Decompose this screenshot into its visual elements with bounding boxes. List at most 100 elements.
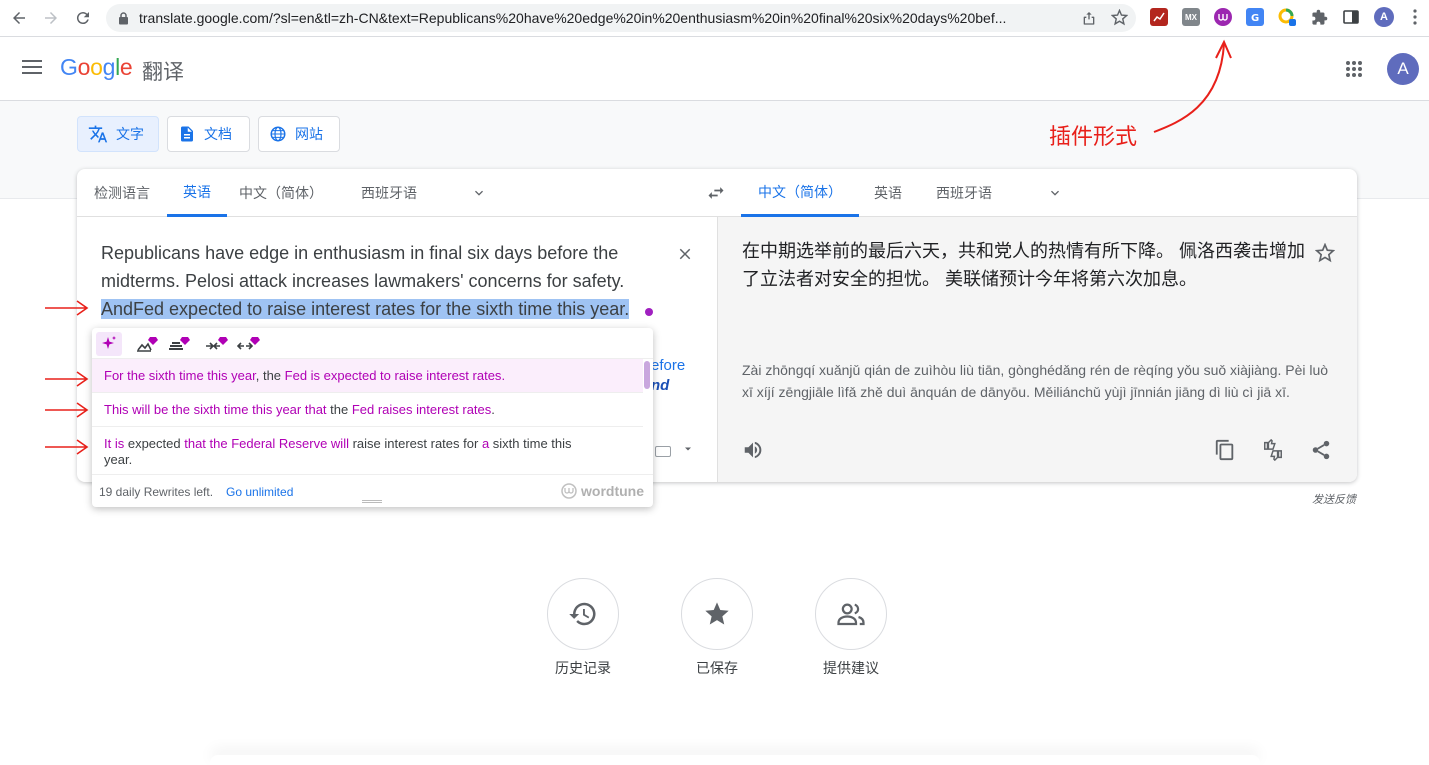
wordtune-suggestion-1[interactable]: For the sixth time this year, the Fed is… [92, 359, 643, 393]
formal-gem-icon [169, 337, 190, 350]
wordtune-scrollbar[interactable] [644, 361, 650, 389]
svg-text:G: G [1251, 13, 1259, 23]
star-filled-icon [705, 602, 729, 625]
forward-button[interactable] [40, 7, 62, 29]
logo-suffix: 翻译 [142, 61, 184, 84]
go-unlimited-link[interactable]: Go unlimited [226, 485, 293, 499]
casual-gem-icon [137, 337, 158, 352]
star-outline-icon [1315, 243, 1335, 263]
copy-icon [1215, 439, 1234, 461]
source-textarea[interactable]: Republicans have edge in enthusiasm in f… [101, 239, 661, 323]
document-icon [181, 126, 193, 142]
google-logo[interactable]: Google [60, 54, 133, 81]
send-feedback-link[interactable]: 发送反馈 [1312, 491, 1356, 507]
expand-tool[interactable] [236, 332, 262, 356]
wordtune-logo-icon [561, 483, 577, 499]
mode-text-label: 文字 [116, 126, 144, 142]
side-panel-icon[interactable] [1342, 8, 1360, 26]
suggestion-changed-text: . [501, 368, 506, 383]
translate-icon [88, 125, 108, 143]
logo-letter: g [102, 54, 116, 80]
mode-website-label: 网站 [295, 126, 323, 142]
arrow-right-icon [45, 12, 57, 24]
annotation-arrow-suggestion-3 [45, 439, 89, 455]
rewrite-tool[interactable] [96, 332, 122, 356]
source-lang-more-button[interactable] [471, 185, 487, 201]
target-lang-spanish[interactable]: 西班牙语 [925, 169, 1003, 217]
arrow-left-icon [13, 12, 25, 24]
contribute-button[interactable] [815, 578, 887, 650]
reload-icon [76, 12, 89, 25]
extension-chart-icon[interactable] [1150, 8, 1168, 26]
wordtune-suggestion-2[interactable]: This will be the sixth time this year th… [92, 393, 643, 427]
mode-text-button[interactable]: 文字 [77, 116, 159, 152]
wordtune-dot[interactable] [645, 308, 653, 316]
source-lang-english[interactable]: 英语 [167, 169, 227, 217]
romanization-text: Zài zhōngqí xuǎnjǔ qián de zuìhòu liù ti… [742, 362, 1329, 400]
logo-text: Google [60, 54, 133, 80]
extension-circle-icon[interactable] [1278, 8, 1296, 26]
resize-handle[interactable] [362, 500, 382, 503]
wordtune-footer: 19 daily Rewrites left. Go unlimited wor… [92, 474, 653, 507]
globe-icon [270, 126, 286, 142]
annotation-arrow-suggestion-2 [45, 402, 89, 418]
share-page-icon[interactable] [1081, 10, 1097, 26]
mode-document-button[interactable]: 文档 [167, 116, 250, 152]
swap-languages-button[interactable] [705, 183, 727, 203]
swap-icon [708, 187, 724, 199]
target-lang-more-button[interactable] [1047, 185, 1063, 201]
wordtune-popup: For the sixth time this year, the Fed is… [92, 328, 653, 507]
back-button[interactable] [8, 7, 30, 29]
source-lang-detect[interactable]: 检测语言 [81, 169, 163, 217]
profile-avatar[interactable]: A [1374, 7, 1394, 27]
rate-translation-button[interactable] [1261, 439, 1285, 461]
target-lang-chinese[interactable]: 中文（简体） [741, 169, 859, 217]
source-lang-spanish[interactable]: 西班牙语 [347, 169, 431, 217]
share-translation-button[interactable] [1310, 439, 1332, 461]
main-menu-button[interactable] [22, 59, 42, 75]
suggestion-changed-text: that the Federal Reserve will [184, 436, 349, 451]
extensions-puzzle-icon[interactable] [1310, 8, 1328, 26]
wordtune-suggestion-3[interactable]: It is expected that the Federal Reserve … [92, 427, 643, 471]
logo-letter: o [77, 54, 91, 80]
address-bar[interactable]: translate.google.com/?sl=en&tl=zh-CN&tex… [106, 4, 1136, 32]
shorten-tool[interactable] [204, 332, 230, 356]
clear-source-button[interactable] [676, 245, 694, 263]
reload-button[interactable] [72, 7, 94, 29]
apps-grid-icon [1346, 61, 1362, 77]
logo-letter: o [90, 54, 103, 80]
wordtune-brand: wordtune [581, 483, 644, 499]
sparkle-icon [102, 336, 116, 349]
mode-website-button[interactable]: 网站 [258, 116, 340, 152]
apps-grid-button[interactable] [1345, 60, 1363, 78]
wordtune-extension-icon[interactable] [1214, 8, 1232, 26]
rewrites-left-text: 19 daily Rewrites left. [99, 485, 214, 499]
account-avatar[interactable]: A [1387, 53, 1419, 85]
listen-button[interactable] [742, 439, 764, 461]
browser-menu-icon[interactable] [1406, 8, 1424, 26]
source-lang-chinese[interactable]: 中文（简体） [232, 169, 330, 217]
google-translate-extension-icon[interactable]: G [1246, 8, 1264, 26]
keyboard-icon[interactable] [655, 446, 671, 457]
extension-mx-icon[interactable]: MX [1182, 8, 1200, 26]
source-suggestion-peek-2[interactable]: nd [651, 377, 669, 394]
source-suggestion-peek-1[interactable]: efore [651, 357, 685, 374]
casual-tool[interactable] [134, 332, 160, 356]
copy-button[interactable] [1214, 439, 1236, 461]
annotation-label: 插件形式 [1049, 124, 1138, 149]
saved-button[interactable] [681, 578, 753, 650]
formal-tool[interactable] [166, 332, 192, 356]
suggestion-changed-text: This will be the sixth time this year th… [104, 402, 327, 417]
input-tools-dropdown[interactable] [682, 443, 694, 455]
target-lang-english[interactable]: 英语 [862, 169, 914, 217]
suggestion-kept-text: . [491, 402, 495, 417]
shorten-gem-icon [206, 337, 228, 350]
expand-gem-icon [237, 337, 260, 350]
save-translation-button[interactable] [1315, 243, 1335, 263]
chevron-down-icon [1051, 190, 1059, 196]
suggestion-changed-text: Fed raises interest rates [351, 402, 492, 417]
history-button[interactable] [547, 578, 619, 650]
source-text-selected: AndFed expected to raise interest rates … [101, 299, 630, 319]
bookmark-star-icon[interactable] [1111, 9, 1128, 26]
thumbs-rate-icon [1264, 439, 1282, 461]
